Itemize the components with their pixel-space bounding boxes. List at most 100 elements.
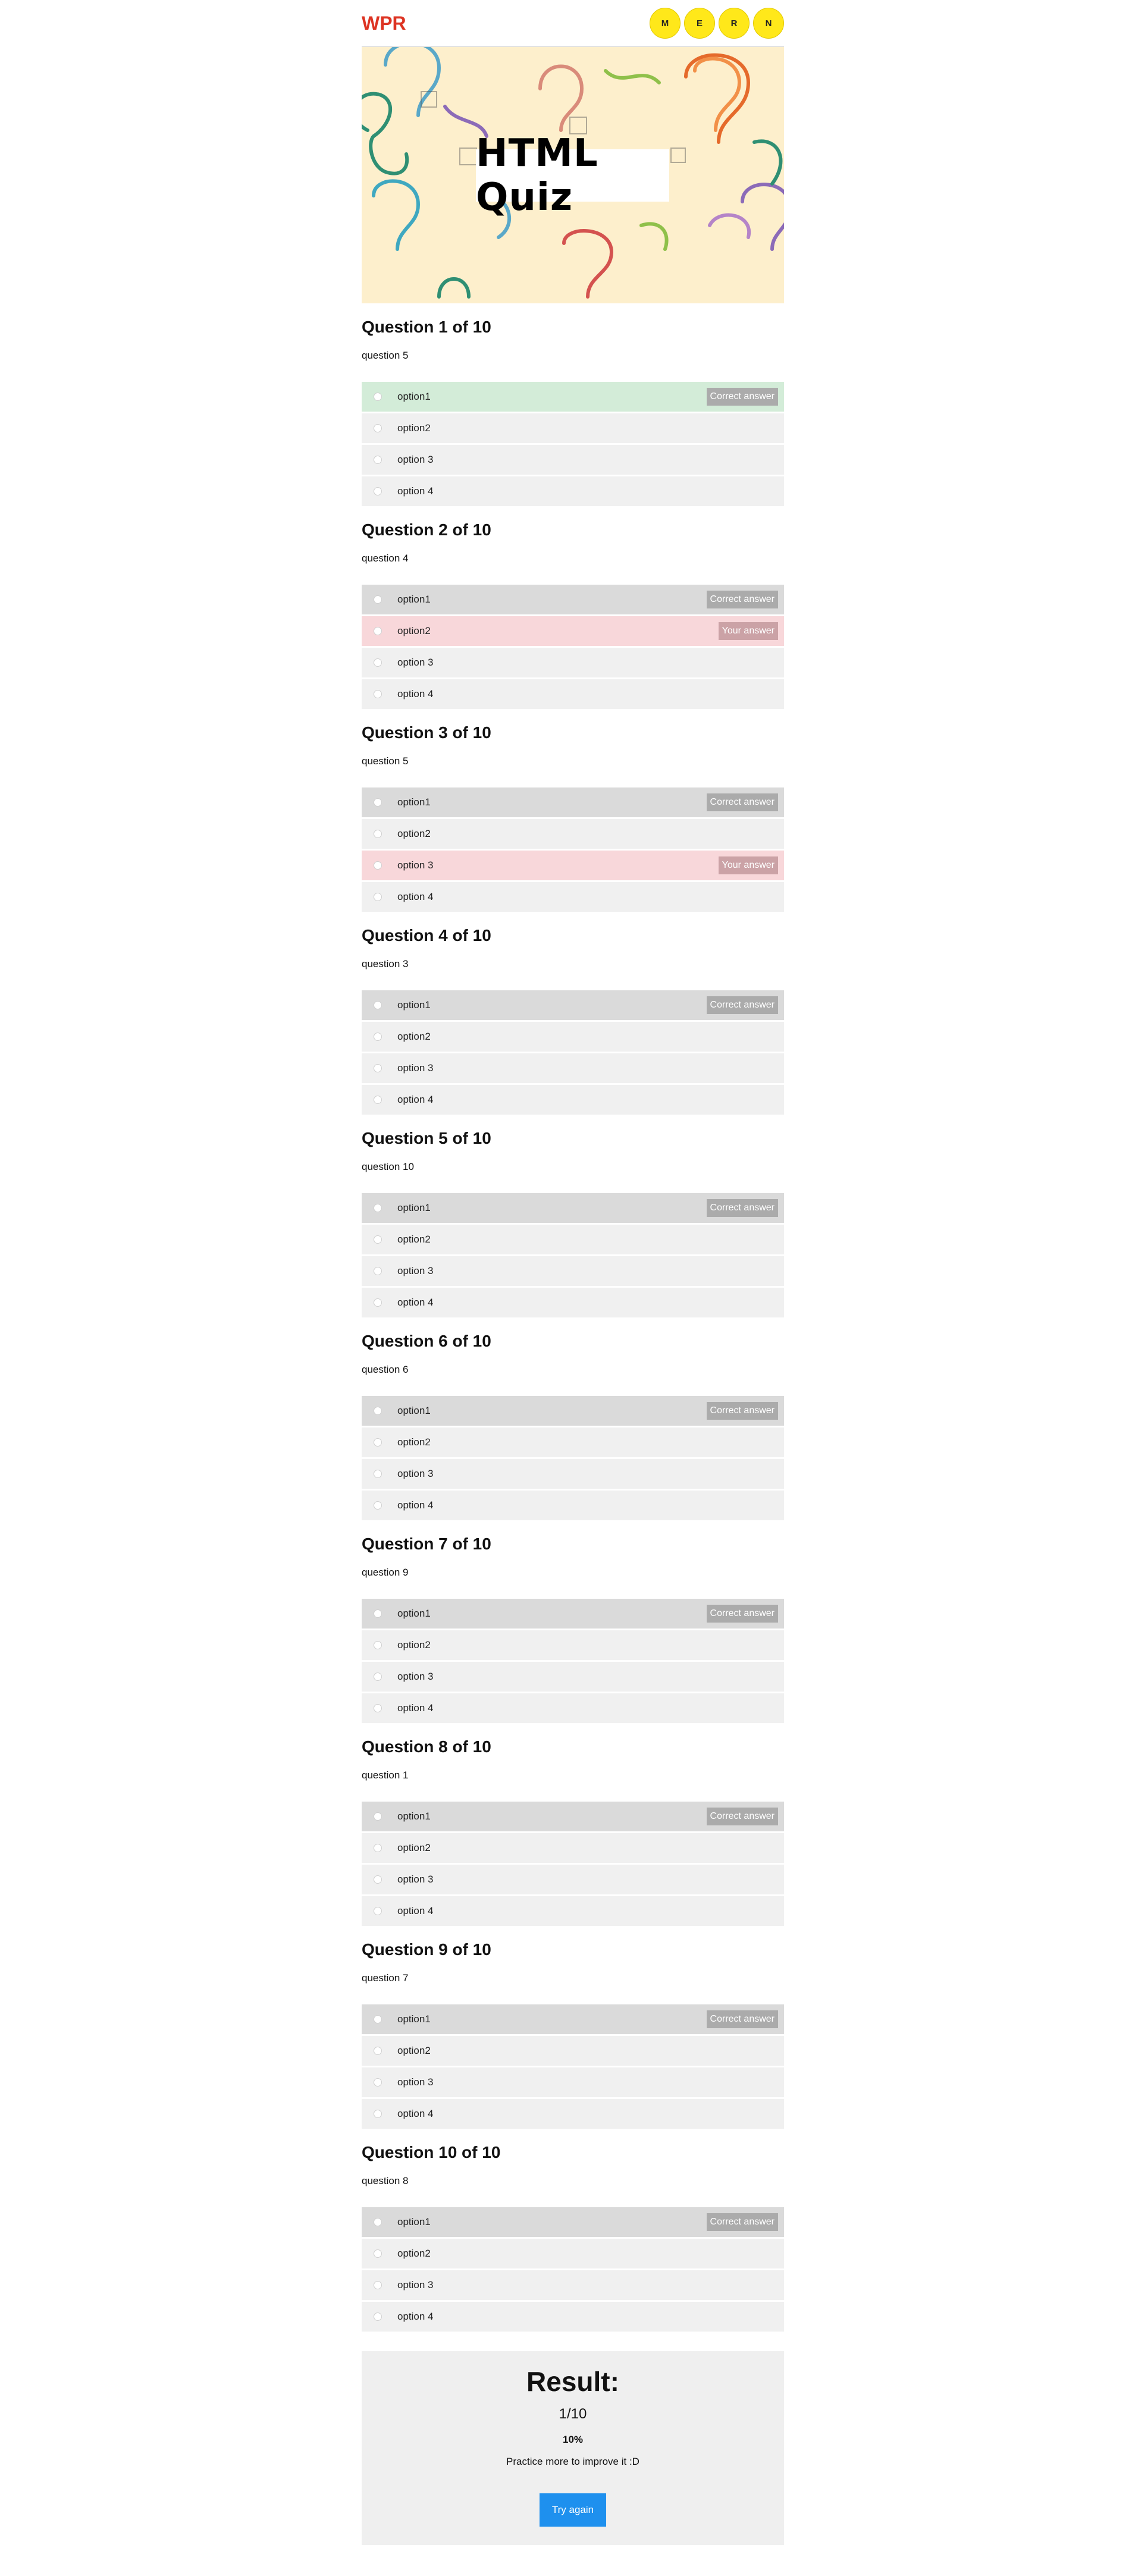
badge-e[interactable]: E xyxy=(684,8,715,39)
answer-option[interactable]: option1 Correct answer xyxy=(362,787,784,817)
answer-option[interactable]: option2 xyxy=(362,413,784,443)
quiz-page: WPR M E R N HTML Quiz Question 1 of 10 q… xyxy=(362,0,784,2545)
answer-option[interactable]: option 4 xyxy=(362,1491,784,1520)
radio-icon[interactable] xyxy=(374,690,382,698)
result-percent: 10% xyxy=(562,2434,584,2445)
answer-option[interactable]: option 4 xyxy=(362,2099,784,2129)
answer-option[interactable]: option1 Correct answer xyxy=(362,1396,784,1426)
radio-icon[interactable] xyxy=(374,1438,382,1447)
answer-option[interactable]: option 3 xyxy=(362,2270,784,2300)
answer-option[interactable]: option 4 xyxy=(362,2302,784,2332)
radio-icon[interactable] xyxy=(374,1875,382,1884)
radio-icon[interactable] xyxy=(374,2015,382,2023)
radio-icon[interactable] xyxy=(374,1609,382,1618)
radio-icon[interactable] xyxy=(374,861,382,870)
radio-icon[interactable] xyxy=(374,2218,382,2226)
answer-option[interactable]: option1 Correct answer xyxy=(362,585,784,614)
question-heading: Question 8 of 10 xyxy=(362,1737,491,1756)
radio-icon[interactable] xyxy=(374,893,382,901)
badge-r[interactable]: R xyxy=(719,8,750,39)
answer-option[interactable]: option1 Correct answer xyxy=(362,2004,784,2034)
radio-icon[interactable] xyxy=(374,1907,382,1915)
radio-icon[interactable] xyxy=(374,487,382,495)
answer-option[interactable]: option 3 xyxy=(362,1459,784,1489)
answer-option[interactable]: option 4 xyxy=(362,1693,784,1723)
option-label: option 3 xyxy=(397,454,434,465)
answer-option[interactable]: option2 xyxy=(362,2239,784,2268)
radio-icon[interactable] xyxy=(374,456,382,464)
option-label: option 4 xyxy=(397,1905,434,1916)
option-label: option2 xyxy=(397,1639,431,1651)
radio-icon[interactable] xyxy=(374,1001,382,1009)
brand-logo[interactable]: WPR xyxy=(362,12,406,34)
correct-answer-tag: Correct answer xyxy=(706,1402,778,1420)
answer-option[interactable]: option1 Correct answer xyxy=(362,2207,784,2237)
radio-icon[interactable] xyxy=(374,1204,382,1212)
answer-option[interactable]: option 3 Your answer xyxy=(362,851,784,880)
radio-icon[interactable] xyxy=(374,658,382,667)
option-label: option2 xyxy=(397,2045,431,2056)
radio-icon[interactable] xyxy=(374,1673,382,1681)
answer-option[interactable]: option1 Correct answer xyxy=(362,990,784,1020)
answer-option[interactable]: option2 Your answer xyxy=(362,616,784,646)
answer-option[interactable]: option1 Correct answer xyxy=(362,1193,784,1223)
radio-icon[interactable] xyxy=(374,2110,382,2118)
answer-option[interactable]: option 3 xyxy=(362,1256,784,1286)
answer-option[interactable]: option2 xyxy=(362,1833,784,1863)
badge-n[interactable]: N xyxy=(753,8,784,39)
answer-option[interactable]: option2 xyxy=(362,1225,784,1254)
radio-icon[interactable] xyxy=(374,2078,382,2086)
answer-option[interactable]: option 3 xyxy=(362,445,784,475)
radio-icon[interactable] xyxy=(374,595,382,604)
radio-icon[interactable] xyxy=(374,1298,382,1307)
radio-icon[interactable] xyxy=(374,1641,382,1649)
answer-option[interactable]: option 3 xyxy=(362,2067,784,2097)
answer-option[interactable]: option1 Correct answer xyxy=(362,1802,784,1831)
answer-option[interactable]: option 4 xyxy=(362,476,784,506)
answer-options: option1 Correct answer option2 option 3 Your… xyxy=(362,787,784,912)
badge-m[interactable]: M xyxy=(650,8,681,39)
answer-option[interactable]: option 3 xyxy=(362,1662,784,1692)
radio-icon[interactable] xyxy=(374,2047,382,2055)
radio-icon[interactable] xyxy=(374,2313,382,2321)
radio-icon[interactable] xyxy=(374,830,382,838)
answer-option[interactable]: option 3 xyxy=(362,648,784,677)
answer-option[interactable]: option2 xyxy=(362,1022,784,1052)
option-label: option2 xyxy=(397,1234,431,1245)
radio-icon[interactable] xyxy=(374,1267,382,1275)
radio-icon[interactable] xyxy=(374,393,382,401)
radio-icon[interactable] xyxy=(374,1844,382,1852)
radio-icon[interactable] xyxy=(374,1407,382,1415)
try-again-button[interactable]: Try again xyxy=(540,2493,606,2527)
question-block: Question 10 of 10 question 8 option1 Correc… xyxy=(362,2142,784,2332)
radio-icon[interactable] xyxy=(374,2281,382,2289)
answer-option[interactable]: option2 xyxy=(362,1630,784,1660)
answer-option[interactable]: option 3 xyxy=(362,1865,784,1894)
answer-option[interactable]: option 3 xyxy=(362,1053,784,1083)
answer-option[interactable]: option2 xyxy=(362,2036,784,2066)
answer-option[interactable]: option2 xyxy=(362,1427,784,1457)
radio-icon[interactable] xyxy=(374,798,382,807)
answer-option[interactable]: option2 xyxy=(362,819,784,849)
radio-icon[interactable] xyxy=(374,1064,382,1072)
question-block: Question 9 of 10 question 7 option1 Correct… xyxy=(362,1939,784,2129)
answer-option[interactable]: option 4 xyxy=(362,882,784,912)
question-heading: Question 6 of 10 xyxy=(362,1332,491,1350)
answer-option[interactable]: option 4 xyxy=(362,1085,784,1115)
answer-option[interactable]: option 4 xyxy=(362,1288,784,1317)
option-label: option1 xyxy=(397,391,431,402)
answer-option[interactable]: option1 Correct answer xyxy=(362,1599,784,1629)
radio-icon[interactable] xyxy=(374,1470,382,1478)
radio-icon[interactable] xyxy=(374,424,382,432)
answer-option[interactable]: option 4 xyxy=(362,1896,784,1926)
radio-icon[interactable] xyxy=(374,1033,382,1041)
radio-icon[interactable] xyxy=(374,2249,382,2258)
radio-icon[interactable] xyxy=(374,627,382,635)
answer-option[interactable]: option1 Correct answer xyxy=(362,382,784,412)
answer-option[interactable]: option 4 xyxy=(362,679,784,709)
radio-icon[interactable] xyxy=(374,1704,382,1712)
radio-icon[interactable] xyxy=(374,1096,382,1104)
radio-icon[interactable] xyxy=(374,1812,382,1821)
radio-icon[interactable] xyxy=(374,1501,382,1510)
radio-icon[interactable] xyxy=(374,1235,382,1244)
